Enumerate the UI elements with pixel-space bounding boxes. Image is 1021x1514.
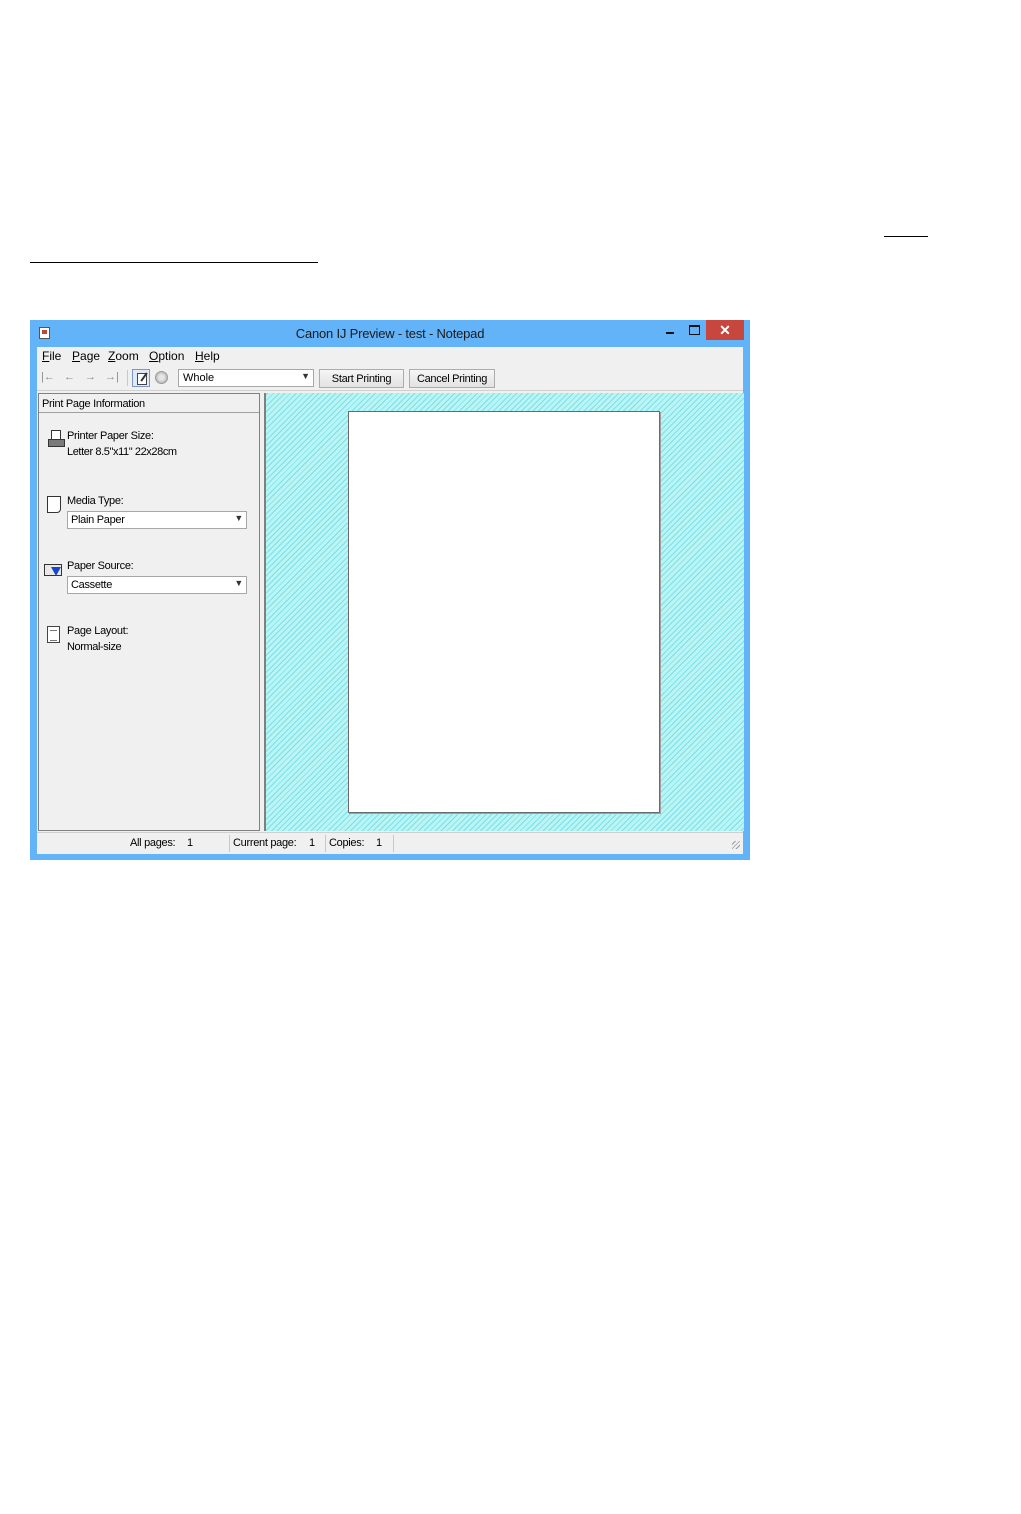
current-page-label: Current page:: [233, 837, 297, 849]
previous-page-button[interactable]: ←: [64, 371, 75, 383]
chevron-down-icon: ▼: [234, 513, 243, 523]
first-page-button[interactable]: |←: [41, 371, 55, 383]
paper-size-value: Letter 8.5"x11" 22x28cm: [67, 446, 177, 458]
media-type-select[interactable]: Plain Paper ▼: [67, 511, 247, 529]
maximize-icon: [688, 325, 700, 335]
copies-value: 1: [376, 837, 382, 849]
page-layout-value: Normal-size: [67, 641, 122, 653]
status-divider: [393, 835, 394, 852]
panel-header: Print Page Information: [39, 394, 259, 413]
chevron-down-icon: ▼: [234, 578, 243, 588]
page-layout-label: Page Layout:: [67, 625, 129, 637]
paper-source-icon: [44, 561, 62, 579]
menu-bar: File Page Zoom Option Help: [37, 347, 743, 366]
menu-page[interactable]: Page: [72, 349, 100, 363]
document-link-fragment[interactable]: [884, 222, 928, 237]
current-page-value: 1: [309, 837, 315, 849]
preview-page: [348, 411, 660, 813]
window-title: Canon IJ Preview - test - Notepad: [295, 326, 485, 341]
minimize-button[interactable]: [658, 320, 682, 340]
all-pages-label: All pages:: [130, 837, 176, 849]
menu-zoom[interactable]: Zoom: [108, 349, 139, 363]
toolbar-separator: [127, 370, 128, 386]
minimize-icon: [666, 332, 674, 334]
close-icon: ✕: [719, 321, 731, 338]
next-page-button[interactable]: →: [85, 371, 96, 383]
media-type-label: Media Type:: [67, 495, 124, 507]
printer-paper-icon: [47, 429, 65, 447]
globe-icon[interactable]: [153, 369, 171, 387]
page-layout-icon: [47, 626, 60, 643]
menu-help[interactable]: Help: [195, 349, 220, 363]
preview-area[interactable]: [264, 393, 744, 831]
maximize-button[interactable]: [682, 320, 706, 340]
zoom-value: Whole: [183, 372, 215, 384]
start-printing-button[interactable]: Start Printing: [319, 369, 404, 388]
print-page-info-panel: Print Page Information Printer Paper Siz…: [38, 393, 260, 831]
paper-size-label: Printer Paper Size:: [67, 430, 154, 442]
document-link-underline[interactable]: [30, 252, 318, 263]
menu-file[interactable]: File: [42, 349, 61, 363]
last-page-button[interactable]: →|: [105, 371, 119, 383]
copies-label: Copies:: [329, 837, 365, 849]
client-area: File Page Zoom Option Help |← ← → →| Who…: [37, 347, 744, 854]
media-type-icon: [47, 496, 61, 513]
toolbar: |← ← → →| Whole ▼ Start Printing Cancel …: [37, 366, 743, 391]
zoom-select[interactable]: Whole ▼: [178, 369, 314, 387]
close-button[interactable]: ✕: [706, 320, 744, 340]
cancel-printing-button[interactable]: Cancel Printing: [409, 369, 495, 388]
paper-source-label: Paper Source:: [67, 560, 134, 572]
preview-window: Canon IJ Preview - test - Notepad ✕ File…: [30, 320, 750, 860]
media-type-value: Plain Paper: [71, 514, 125, 526]
status-divider: [325, 835, 326, 852]
menu-option[interactable]: Option: [149, 349, 184, 363]
paper-source-value: Cassette: [71, 579, 113, 591]
paper-source-select[interactable]: Cassette ▼: [67, 576, 247, 594]
resize-grip-icon[interactable]: [732, 841, 740, 849]
status-divider: [229, 835, 230, 852]
edit-page-icon[interactable]: [132, 369, 150, 387]
all-pages-value: 1: [187, 837, 193, 849]
status-bar: All pages: 1 Current page: 1 Copies: 1: [37, 832, 743, 854]
title-bar[interactable]: Canon IJ Preview - test - Notepad ✕: [30, 320, 750, 347]
chevron-down-icon: ▼: [301, 371, 310, 381]
